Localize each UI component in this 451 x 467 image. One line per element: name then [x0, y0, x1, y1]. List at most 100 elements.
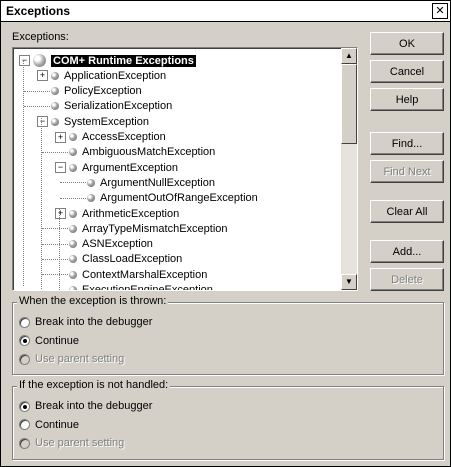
tree-connector — [42, 151, 68, 153]
expand-icon[interactable]: + — [37, 70, 48, 82]
tree-item[interactable]: ArgumentOutOfRangeException — [87, 191, 258, 206]
radio-unchecked-icon[interactable] — [19, 419, 30, 430]
tree-item[interactable]: ArgumentNullException — [87, 175, 215, 190]
exception-node-icon — [51, 117, 59, 126]
radio-label: Use parent setting — [35, 437, 125, 449]
collapse-icon[interactable]: − — [37, 116, 48, 128]
tree-item[interactable]: AccessException — [69, 130, 166, 145]
tree-item[interactable]: ArgumentException — [69, 160, 178, 175]
tree-item-label: ApplicationException — [64, 69, 167, 82]
tree-item-label: ExecutionEngineException — [82, 284, 213, 290]
thrown-group: When the exception is thrown: Break into… — [12, 295, 444, 375]
exception-node-icon — [69, 148, 77, 157]
exception-node-icon — [33, 54, 46, 67]
tree-item[interactable]: AmbiguousMatchException — [69, 145, 215, 160]
add-button[interactable]: Add... — [370, 240, 444, 263]
scroll-up-icon[interactable]: ▲ — [341, 48, 357, 64]
tree-connector — [42, 289, 68, 290]
close-icon[interactable]: ✕ — [432, 3, 448, 19]
tree-item[interactable]: SystemException — [51, 114, 149, 129]
tree-item[interactable]: ArrayTypeMismatchException — [69, 221, 228, 236]
tree-connector — [24, 105, 50, 107]
ok-button[interactable]: OK — [370, 32, 444, 55]
tree-item[interactable]: SerializationException — [51, 99, 172, 114]
expand-icon[interactable]: + — [55, 208, 66, 219]
collapse-icon[interactable]: − — [19, 55, 30, 66]
tree-connector — [42, 228, 68, 230]
radio-unchecked-icon[interactable] — [19, 353, 30, 365]
tree-guide-line — [23, 60, 24, 286]
exceptions-label: Exceptions: — [12, 31, 69, 43]
tree-item-label: PolicyException — [64, 85, 142, 98]
tree-connector — [42, 258, 68, 260]
cancel-button[interactable]: Cancel — [370, 60, 444, 83]
unhandled-group-label: If the exception is not handled: — [17, 379, 171, 391]
tree-item-label: ClassLoadException — [82, 253, 183, 266]
radio-checked-icon[interactable] — [19, 400, 30, 412]
tree-connector — [42, 274, 68, 276]
exception-node-icon — [69, 163, 77, 172]
tree-item[interactable]: ArithmeticException — [69, 206, 179, 221]
scroll-thumb[interactable] — [341, 64, 357, 144]
tree-item[interactable]: ContextMarshalException — [69, 267, 207, 282]
tree-connector — [60, 197, 86, 199]
tree-item[interactable]: ExecutionEngineException — [69, 283, 213, 290]
tree-connector — [42, 243, 68, 245]
radio-option[interactable]: Continue — [19, 335, 79, 347]
title-bar: Exceptions ✕ — [1, 1, 450, 22]
scroll-down-icon[interactable]: ▼ — [341, 274, 357, 290]
find-button[interactable]: Find... — [370, 132, 444, 155]
tree-scrollbar[interactable]: ▲ ▼ — [341, 48, 357, 290]
exception-node-icon — [69, 255, 77, 264]
help-button[interactable]: Help — [370, 88, 444, 111]
tree-connector — [60, 182, 86, 184]
exception-node-icon — [69, 286, 77, 290]
delete-button[interactable]: Delete — [370, 268, 444, 291]
radio-checked-icon[interactable] — [19, 335, 30, 346]
unhandled-group: If the exception is not handled: Break i… — [12, 379, 444, 460]
dialog-title: Exceptions — [6, 4, 71, 18]
tree-item-label: ContextMarshalException — [82, 268, 208, 281]
tree-item[interactable]: ApplicationException — [51, 68, 166, 83]
exception-node-icon — [51, 87, 59, 96]
tree-item-label: ArgumentException — [82, 161, 178, 174]
tree-item-label: ArgumentNullException — [100, 176, 215, 189]
tree-connector — [24, 90, 50, 92]
tree-item-label: ArithmeticException — [82, 207, 180, 220]
exception-node-icon — [87, 194, 95, 203]
exception-node-icon — [69, 270, 77, 279]
tree-item-label: ArgumentOutOfRangeException — [100, 192, 258, 205]
exceptions-dialog: Exceptions ✕ Exceptions: − COM+ Runtime E… — [0, 0, 451, 467]
exceptions-tree[interactable]: − COM+ Runtime Exceptions + ApplicationExce… — [12, 47, 358, 291]
tree-item[interactable]: COM+ Runtime Exceptions — [33, 53, 196, 68]
collapse-icon[interactable]: − — [55, 162, 66, 174]
radio-label: Break into the debugger — [35, 400, 153, 412]
exception-node-icon — [69, 224, 77, 233]
tree-item[interactable]: PolicyException — [51, 84, 142, 99]
radio-option[interactable]: Use parent setting — [19, 437, 124, 449]
tree-item[interactable]: ASNException — [69, 237, 153, 252]
exception-node-icon — [51, 71, 59, 80]
tree-item-label: SystemException — [64, 115, 149, 128]
radio-label: Continue — [35, 418, 80, 431]
radio-option[interactable]: Break into the debugger — [19, 316, 152, 328]
tree-item-label: AmbiguousMatchException — [82, 146, 216, 159]
tree-item[interactable]: ClassLoadException — [69, 252, 182, 267]
expand-icon[interactable]: + — [55, 131, 66, 143]
radio-option[interactable]: Use parent setting — [19, 353, 124, 365]
clear-all-button[interactable]: Clear All — [370, 200, 444, 223]
radio-option[interactable]: Break into the debugger — [19, 400, 152, 412]
find-next-button[interactable]: Find Next — [370, 160, 444, 183]
radio-unchecked-icon[interactable] — [19, 437, 30, 449]
exception-node-icon — [69, 240, 77, 249]
tree-guide-line — [59, 208, 60, 290]
tree-item-label: ASNException — [82, 238, 153, 251]
tree-item-label: AccessException — [82, 131, 166, 143]
radio-unchecked-icon[interactable] — [19, 316, 30, 328]
exception-node-icon — [69, 133, 77, 141]
tree-item-label: COM+ Runtime Exceptions — [51, 54, 196, 67]
tree-guide-line — [41, 116, 42, 290]
radio-option[interactable]: Continue — [19, 419, 79, 431]
tree-content: − COM+ Runtime Exceptions + ApplicationExce… — [13, 48, 339, 290]
radio-label: Use parent setting — [35, 353, 125, 365]
